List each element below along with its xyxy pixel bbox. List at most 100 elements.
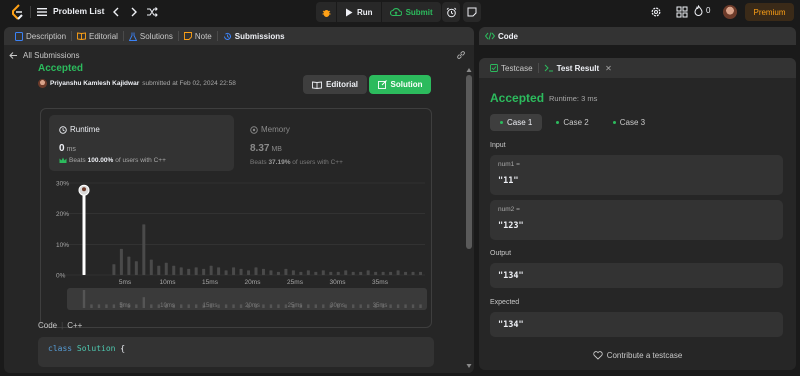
user-avatar[interactable] [723,5,737,19]
chart-bar [291,270,295,275]
all-submissions-link[interactable]: All Submissions [23,51,79,60]
chevron-left-icon[interactable] [111,6,121,18]
fire-icon [694,5,703,16]
memory-label-row: Memory [250,125,290,134]
memory-icon [250,125,258,134]
navigator-bar [396,304,400,308]
code-divider: | [61,321,64,330]
navigator-bar [224,304,228,308]
gear-icon[interactable] [650,6,662,18]
premium-button[interactable]: Premium [745,3,794,21]
contribute-testcase-link[interactable]: Contribute a testcase [479,351,796,360]
editorial-button[interactable]: Editorial [303,75,367,94]
tab-editorial[interactable]: Editorial [72,27,123,45]
scrollbar-thumb[interactable] [466,75,472,249]
test-result-panel: Testcase Test Result ✕ Accepted Runtime:… [479,58,796,370]
chart-bar [112,264,116,275]
scroll-up-icon[interactable] [466,67,472,73]
chart-bar-highlight [82,192,86,275]
case-tab-label: Case 2 [563,118,589,127]
tab-note[interactable]: Note [179,27,217,45]
chart-bar [359,271,363,275]
streak-count: 0 [706,6,711,15]
x-tick-label: 15ms [202,279,219,286]
runtime-beats-prefix: Beats [69,157,86,164]
code-language-row: Code | C++ [38,321,82,330]
navigator-bar [277,304,280,308]
x-tick-label: 20ms [245,279,262,286]
streak-counter[interactable]: 0 [694,5,710,16]
link-icon[interactable] [456,50,466,60]
list-icon[interactable] [37,7,47,17]
code-rest: { [115,344,126,353]
memory-beats-value: 37.19% [268,159,291,166]
chart-bar [336,271,340,275]
tab-description[interactable]: Description [10,27,71,45]
code-viewer[interactable]: class Solution { [38,337,434,367]
notes-button[interactable] [463,2,481,22]
solution-button[interactable]: Solution [369,75,431,94]
left-tabbar: Description Editorial Solutions Note Sub… [4,27,474,45]
chart-bar [209,265,213,275]
tab-solutions-label: Solutions [139,31,173,41]
layout-grid-icon[interactable] [676,6,688,18]
navigator-bar [135,304,138,308]
cloud-upload-icon [389,7,402,17]
tab-solutions[interactable]: Solutions [124,27,178,45]
checkbox-icon [490,64,498,72]
shuffle-icon[interactable] [146,6,158,18]
chart-bar [419,271,423,275]
scroll-down-icon[interactable] [466,363,472,369]
author-avatar[interactable] [38,79,47,88]
tab-test-result[interactable]: Test Result ✕ [539,64,617,73]
input-box-num1[interactable]: num1 = "11" [490,155,783,195]
chevron-right-icon[interactable] [129,6,139,18]
leetcode-logo[interactable] [10,4,26,20]
timer-button[interactable] [442,2,460,22]
y-tick-label: 0% [56,273,66,280]
navigator-bar [314,304,318,308]
debug-button[interactable] [316,2,336,22]
x-tick-label: 5ms [119,279,132,286]
run-button[interactable]: Run [336,2,381,22]
runtime-distribution-chart[interactable]: 30% 20% 10% 0% 5ms 10ms 15ms 20ms 25ms 30ms 35ms 5m… [41,175,431,325]
clock-icon [59,125,67,134]
tab-test-result-label: Test Result [556,63,600,73]
chart-bar [149,259,153,275]
navigator-bar [150,304,153,308]
case-tab-label: Case 1 [507,118,533,127]
input-box-num2[interactable]: num2 = "123" [490,200,783,240]
case-tab-2[interactable]: Case 2 [546,114,598,131]
chart-bar [179,267,183,275]
tab-submissions[interactable]: Submissions [218,27,290,45]
result-runtime: Runtime: 3 ms [549,94,598,103]
case-tab-1[interactable]: Case 1 [490,114,543,131]
memory-box[interactable]: Memory 8.37 MB Beats 37.19% of users with… [244,115,424,171]
chart-bar [374,271,378,275]
code-panel-header[interactable]: Code [479,27,796,45]
expected-box[interactable]: "134" [490,312,783,337]
runtime-box[interactable]: Runtime 0 ms Beats 100.00% of users with … [49,115,234,171]
alarm-clock-icon [446,7,456,17]
chart-bar [329,271,333,275]
author-row: Priyanshu Kamlesh Kajidwar submitted at … [38,79,236,88]
submit-button[interactable]: Submit [380,2,441,22]
author-name[interactable]: Priyanshu Kamlesh Kajidwar [50,80,139,87]
code-brackets-icon [485,32,495,40]
submitted-time: submitted at Feb 02, 2024 22:58 [142,80,236,87]
book-icon [77,32,86,40]
chart-bar [217,267,221,275]
output-box[interactable]: "134" [490,263,783,288]
runtime-value-row: 0 ms [59,143,76,154]
runtime-label: Runtime [70,125,100,134]
tab-testcase[interactable]: Testcase [485,64,538,73]
navigator-bar [419,304,422,308]
y-tick-label: 10% [56,242,69,249]
chart-bar [134,261,138,275]
close-icon[interactable]: ✕ [605,64,612,73]
case-tab-3[interactable]: Case 3 [603,114,655,131]
user-marker-face [82,187,86,192]
arrow-left-icon[interactable] [9,51,18,60]
problem-list-link[interactable]: Problem List [53,6,104,16]
vertical-scrollbar[interactable] [465,65,473,373]
